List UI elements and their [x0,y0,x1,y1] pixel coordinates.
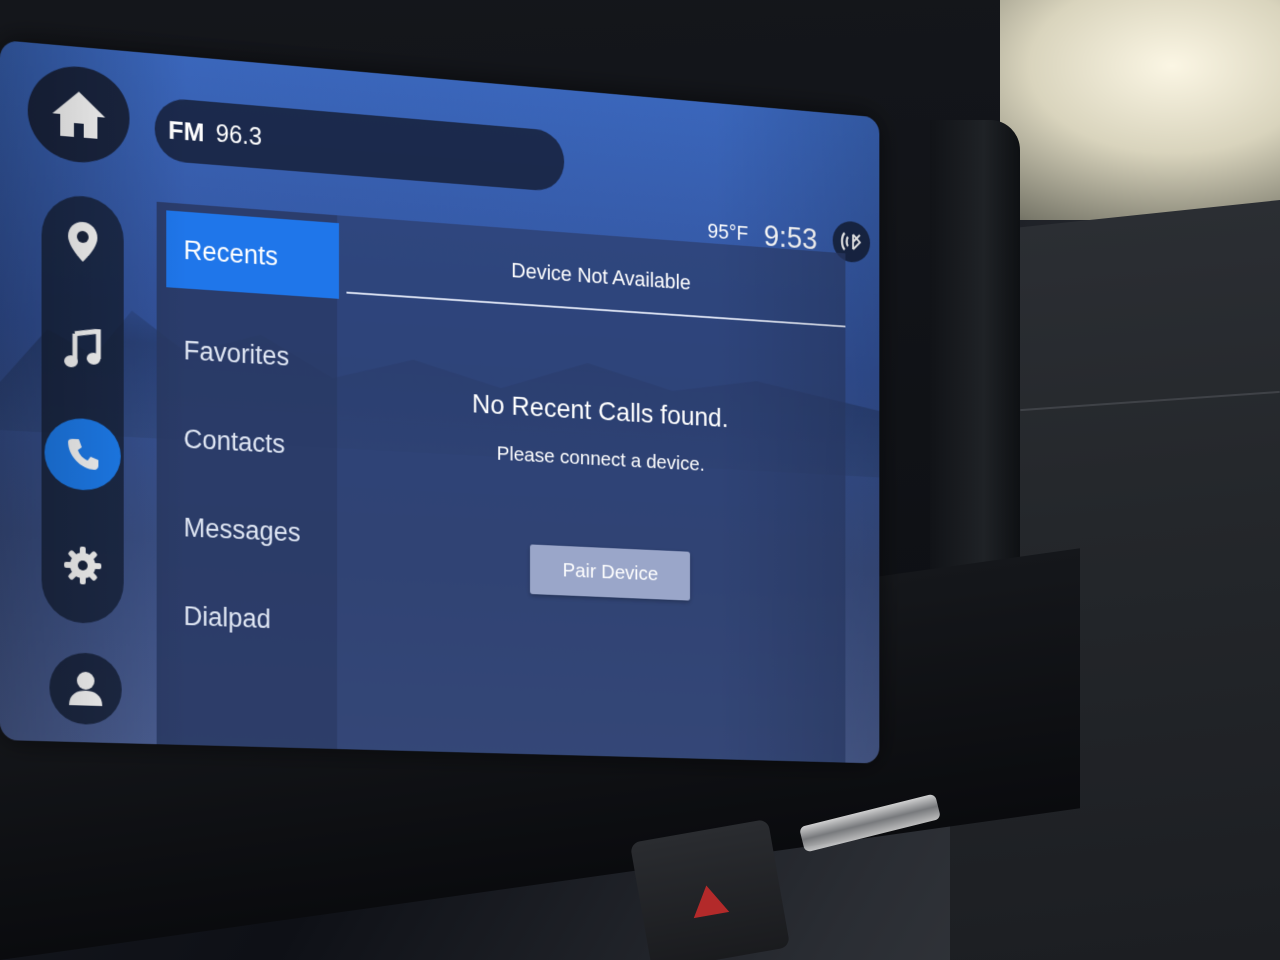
menu-item-dialpad[interactable]: Dialpad [157,577,337,660]
map-pin-icon [68,220,98,263]
phone-menu: Recents Favorites Contacts Messages Dial… [156,201,339,750]
home-button[interactable] [27,62,130,167]
infotainment-screen: FM 96.3 95°F 9:53 Recents Favorites Cont… [0,40,880,764]
phone-active-indicator [44,416,121,492]
car-interior-scene: FM 96.3 95°F 9:53 Recents Favorites Cont… [0,0,1280,960]
radio-frequency: 96.3 [215,119,263,151]
empty-state-subtitle: Please connect a device. [496,442,705,476]
app-rail [20,62,137,726]
phone-button[interactable] [42,410,124,498]
phone-icon [68,438,99,471]
hazard-button[interactable] [629,818,791,960]
navigation-button[interactable] [42,197,124,286]
outside-temperature: 95°F [707,218,749,246]
media-button[interactable] [42,305,124,393]
music-note-icon [64,327,102,371]
phone-panel: Recents Favorites Contacts Messages Dial… [156,201,846,763]
wireless-signal-icon [839,229,863,255]
gear-icon [64,546,102,585]
home-icon [52,89,106,140]
user-icon [69,671,103,707]
hazard-triangle-icon [688,882,730,919]
pair-device-button[interactable]: Pair Device [529,544,691,601]
profile-button[interactable] [49,651,122,726]
app-rail-stack [41,193,124,625]
audio-source-pill[interactable]: FM 96.3 [154,97,565,193]
menu-item-messages[interactable]: Messages [157,488,337,573]
settings-button[interactable] [42,522,124,609]
menu-item-contacts[interactable]: Contacts [157,399,337,485]
menu-item-favorites[interactable]: Favorites [157,310,337,397]
radio-band: FM [168,114,205,147]
empty-state-title: No Recent Calls found. [471,388,729,433]
menu-item-recents[interactable]: Recents [166,210,339,299]
